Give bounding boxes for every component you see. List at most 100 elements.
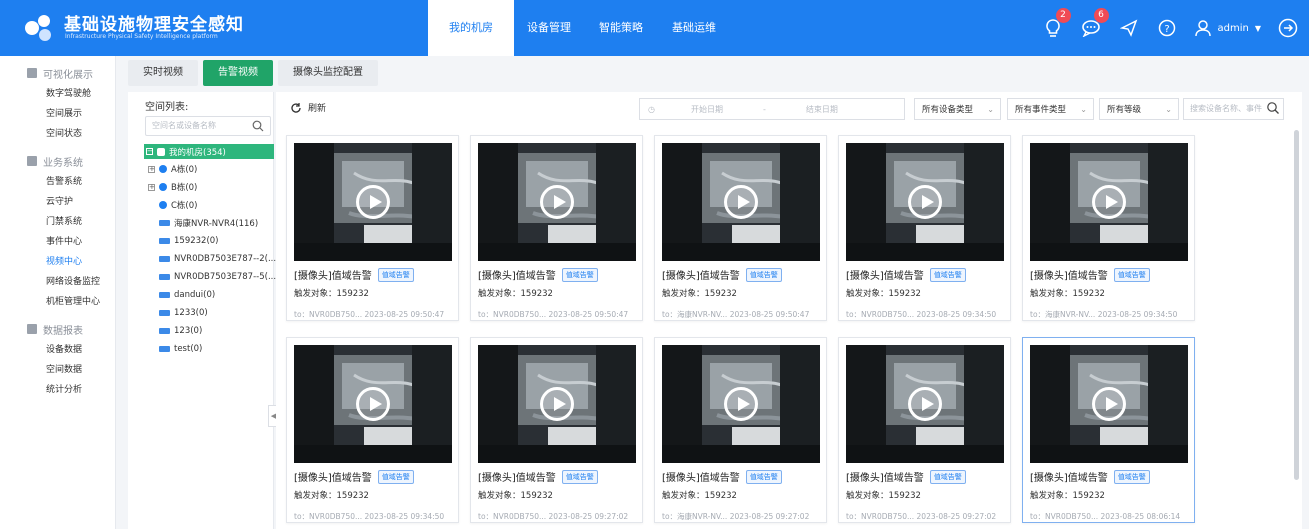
alarm-video-card[interactable]: [摄像头]值域告警 值域告警 触发对象：159232 to：NVR0DB750... … bbox=[1022, 337, 1195, 523]
sidebar-item-statistics[interactable]: 统计分析 bbox=[0, 380, 115, 400]
alarm-video-card[interactable]: [摄像头]值域告警 值域告警 触发对象：159232 to：海康NVR-NV... 2… bbox=[654, 135, 827, 321]
play-icon[interactable] bbox=[908, 387, 942, 421]
tree-node[interactable]: NVR0DB7503E787--2(... bbox=[159, 252, 276, 266]
sidebar-item-space-data[interactable]: 空间数据 bbox=[0, 360, 115, 380]
video-thumbnail[interactable] bbox=[294, 345, 452, 463]
alarm-video-card[interactable]: [摄像头]值域告警 值域告警 触发对象：159232 to：NVR0DB750... … bbox=[286, 337, 459, 523]
search-icon[interactable] bbox=[252, 120, 264, 132]
end-date-input[interactable]: 结束日期 bbox=[806, 104, 838, 115]
clock-icon: ◷ bbox=[648, 104, 655, 114]
sidebar-item-network-monitor[interactable]: 网络设备监控 bbox=[0, 272, 115, 292]
alarm-video-card[interactable]: [摄像头]值域告警 值域告警 触发对象：159232 to：海康NVR-NV... 2… bbox=[654, 337, 827, 523]
user-menu[interactable]: admin ▼ bbox=[1194, 19, 1261, 37]
chevron-down-icon: ⌄ bbox=[987, 105, 994, 114]
video-thumbnail[interactable] bbox=[294, 143, 452, 261]
play-icon[interactable] bbox=[540, 387, 574, 421]
card-title: [摄像头]值域告警 bbox=[846, 473, 924, 484]
nav-device-management[interactable]: 设备管理 bbox=[514, 0, 584, 56]
video-thumbnail[interactable] bbox=[1030, 143, 1188, 261]
tree-node[interactable]: 海康NVR-NVR4(116) bbox=[159, 216, 258, 230]
send-button[interactable] bbox=[1118, 17, 1140, 39]
tab-camera-config[interactable]: 摄像头监控配置 bbox=[278, 60, 378, 86]
top-nav: 我的机房 设备管理 智能策略 基础运维 bbox=[428, 0, 730, 56]
tree-node[interactable]: test(0) bbox=[159, 342, 202, 356]
sidebar-item-access-control[interactable]: 门禁系统 bbox=[0, 212, 115, 232]
video-thumbnail[interactable] bbox=[478, 345, 636, 463]
logout-button[interactable] bbox=[1277, 17, 1299, 39]
alarm-video-card[interactable]: [摄像头]值域告警 值域告警 触发对象：159232 to：NVR0DB750... … bbox=[470, 337, 643, 523]
sidebar-item-video-center[interactable]: 视频中心 bbox=[0, 252, 115, 272]
date-range-picker[interactable]: ◷ 开始日期 - 结束日期 bbox=[639, 98, 905, 120]
nvr-icon bbox=[159, 238, 170, 244]
alarm-video-card[interactable]: [摄像头]值域告警 值域告警 触发对象：159232 to：NVR0DB750... … bbox=[470, 135, 643, 321]
sidebar-group-business[interactable]: 业务系统 bbox=[0, 150, 115, 172]
alarm-video-card[interactable]: [摄像头]值域告警 值域告警 触发对象：159232 to：NVR0DB750... … bbox=[838, 337, 1011, 523]
tree-node[interactable]: + B栋(0) bbox=[148, 180, 197, 194]
tree-node[interactable]: 159232(0) bbox=[159, 234, 219, 248]
app-title: 基础设施物理安全感知 bbox=[64, 15, 244, 35]
alarm-video-card[interactable]: [摄像头]值域告警 值域告警 触发对象：159232 to：NVR0DB750... … bbox=[838, 135, 1011, 321]
play-icon[interactable] bbox=[540, 185, 574, 219]
sidebar-item-cockpit[interactable]: 数字驾驶舱 bbox=[0, 84, 115, 104]
nav-basic-ops[interactable]: 基础运维 bbox=[658, 0, 730, 56]
alarm-type-tag: 值域告警 bbox=[929, 469, 966, 484]
video-thumbnail[interactable] bbox=[846, 345, 1004, 463]
search-icon[interactable] bbox=[1266, 101, 1280, 115]
card-trigger: 触发对象：159232 bbox=[1030, 289, 1105, 299]
card-footer: to：NVR0DB750... 2023-08-25 09:34:50 bbox=[294, 512, 445, 521]
tree-node[interactable]: 1233(0) bbox=[159, 306, 208, 320]
alarm-bulb-button[interactable]: 2 bbox=[1042, 8, 1071, 39]
event-type-select[interactable]: 所有事件类型 ⌄ bbox=[1007, 98, 1094, 120]
sidebar-item-space-display[interactable]: 空间展示 bbox=[0, 104, 115, 124]
sidebar-item-cloud-guard[interactable]: 云守护 bbox=[0, 192, 115, 212]
play-icon[interactable] bbox=[724, 387, 758, 421]
refresh-button[interactable]: 刷新 bbox=[290, 101, 326, 114]
sidebar-group-visualization[interactable]: 可视化展示 bbox=[0, 62, 115, 84]
alarm-video-card[interactable]: [摄像头]值域告警 值域告警 触发对象：159232 to：NVR0DB750... … bbox=[286, 135, 459, 321]
video-thumbnail[interactable] bbox=[478, 143, 636, 261]
sidebar-item-alarm-system[interactable]: 告警系统 bbox=[0, 172, 115, 192]
sidebar-item-cabinet-center[interactable]: 机柜管理中心 bbox=[0, 292, 115, 312]
message-button[interactable]: 6 bbox=[1080, 8, 1109, 39]
tree-node[interactable]: dandui(0) bbox=[159, 288, 215, 302]
sidebar-group-reports[interactable]: 数据报表 bbox=[0, 318, 115, 340]
tree-node[interactable]: + A栋(0) bbox=[148, 162, 197, 176]
play-icon[interactable] bbox=[1092, 387, 1126, 421]
expand-icon[interactable]: + bbox=[148, 165, 155, 173]
start-date-input[interactable]: 开始日期 bbox=[691, 104, 723, 115]
play-icon[interactable] bbox=[724, 185, 758, 219]
tab-live-video[interactable]: 实时视频 bbox=[128, 60, 198, 86]
nav-smart-policy[interactable]: 智能策略 bbox=[584, 0, 658, 56]
tree-node[interactable]: C栋(0) bbox=[159, 198, 197, 212]
video-thumbnail[interactable] bbox=[662, 143, 820, 261]
device-type-select[interactable]: 所有设备类型 ⌄ bbox=[914, 98, 1001, 120]
play-icon[interactable] bbox=[1092, 185, 1126, 219]
building-icon bbox=[159, 165, 167, 173]
play-icon[interactable] bbox=[356, 387, 390, 421]
event-search-input[interactable]: 搜索设备名称、事件 bbox=[1183, 98, 1284, 120]
sidebar-item-event-center[interactable]: 事件中心 bbox=[0, 232, 115, 252]
top-header: 基础设施物理安全感知 Infrastructure Physical Safet… bbox=[0, 0, 1309, 56]
alarm-video-card[interactable]: [摄像头]值域告警 值域告警 触发对象：159232 to：海康NVR-NV... 2… bbox=[1022, 135, 1195, 321]
help-button[interactable]: ? bbox=[1156, 17, 1178, 39]
expand-icon[interactable]: + bbox=[148, 183, 155, 191]
tab-alarm-video[interactable]: 告警视频 bbox=[203, 60, 273, 86]
play-icon[interactable] bbox=[356, 185, 390, 219]
video-thumbnail[interactable] bbox=[846, 143, 1004, 261]
play-icon[interactable] bbox=[908, 185, 942, 219]
video-thumbnail[interactable] bbox=[1030, 345, 1188, 463]
collapse-icon[interactable]: − bbox=[146, 148, 153, 155]
nav-my-room[interactable]: 我的机房 bbox=[428, 0, 514, 56]
tree-root-node[interactable]: − 我的机房(354) bbox=[144, 144, 274, 159]
level-select[interactable]: 所有等级 ⌄ bbox=[1099, 98, 1179, 120]
sidebar-item-device-data[interactable]: 设备数据 bbox=[0, 340, 115, 360]
tree-node[interactable]: 123(0) bbox=[159, 324, 202, 338]
tree-search-input[interactable]: 空间名或设备名称 bbox=[145, 116, 271, 136]
video-thumbnail[interactable] bbox=[662, 345, 820, 463]
sidebar-item-space-status[interactable]: 空间状态 bbox=[0, 124, 115, 144]
alarm-count-badge: 2 bbox=[1055, 8, 1071, 23]
tree-node[interactable]: NVR0DB7503E787--5(... bbox=[159, 270, 276, 284]
vertical-scrollbar[interactable] bbox=[1294, 130, 1299, 480]
card-footer: to：海康NVR-NV... 2023-08-25 09:27:02 bbox=[662, 512, 810, 521]
card-title: [摄像头]值域告警 bbox=[478, 271, 556, 282]
